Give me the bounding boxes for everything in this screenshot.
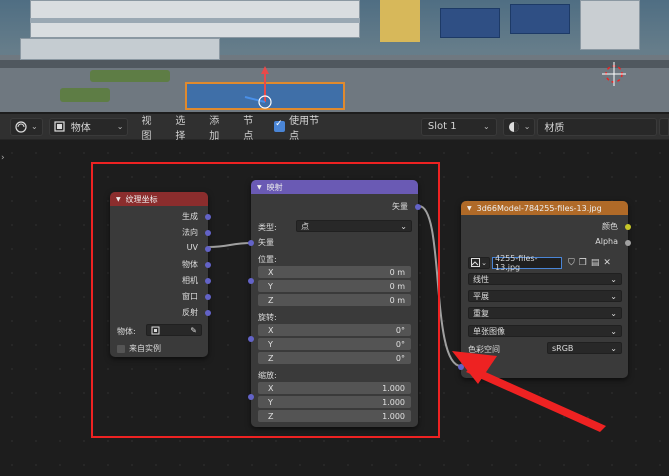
annotation-arrow-icon [452, 351, 606, 432]
